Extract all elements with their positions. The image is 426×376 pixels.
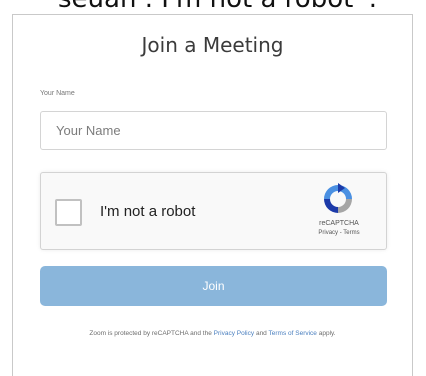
name-field-label: Your Name bbox=[40, 90, 75, 97]
captcha-checkbox-label: I'm not a robot bbox=[100, 203, 196, 220]
footer-and-text: and bbox=[255, 330, 267, 337]
caption-text: seuan . I'm not a robot '. bbox=[58, 0, 377, 14]
recaptcha-logo-icon bbox=[324, 183, 352, 213]
join-meeting-card: Join a Meeting Your Name I'm not a robot… bbox=[12, 14, 413, 376]
footer-text-after: apply. bbox=[318, 330, 336, 337]
name-input[interactable] bbox=[40, 111, 387, 150]
privacy-policy-link[interactable]: Privacy Policy bbox=[214, 330, 254, 337]
terms-of-service-link[interactable]: Terms of Service bbox=[269, 330, 317, 337]
join-button[interactable]: Join bbox=[40, 266, 387, 306]
footer-text-before: Zoom is protected by reCAPTCHA and the bbox=[89, 330, 212, 337]
recaptcha-brand: reCAPTCHA bbox=[319, 220, 359, 227]
page-title: Join a Meeting bbox=[141, 33, 284, 57]
recaptcha-privacy-terms-link[interactable]: Privacy - Terms bbox=[299, 230, 379, 236]
captcha-checkbox[interactable] bbox=[55, 199, 82, 226]
recaptcha-notice: Zoom is protected by reCAPTCHA and the P… bbox=[13, 330, 412, 337]
recaptcha-widget: I'm not a robot reCAPTCHA Privacy - Term… bbox=[40, 172, 387, 250]
